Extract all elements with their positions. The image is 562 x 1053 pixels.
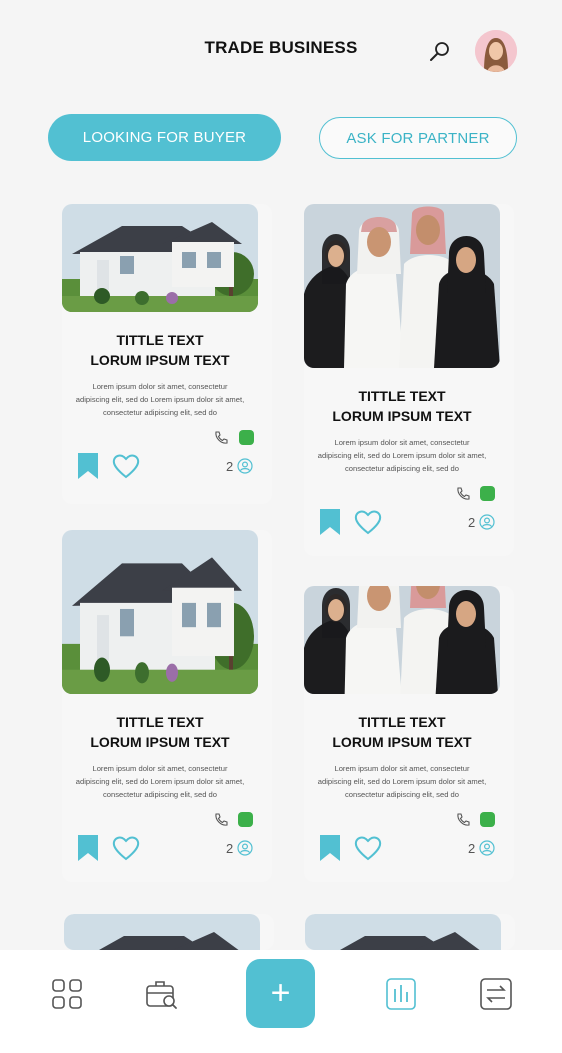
listing-image-house — [305, 914, 501, 950]
card-title: TITTLE TEXT LORUM IPSUM TEXT — [332, 714, 472, 750]
card-description: Lorem ipsum dolor sit amet, consectetur a… — [75, 764, 245, 799]
listing-image-people — [304, 586, 500, 694]
heart-icon[interactable] — [354, 835, 382, 861]
member-count: 2 — [226, 841, 234, 856]
listing-image-house — [64, 914, 260, 950]
whatsapp-icon[interactable] — [239, 430, 254, 445]
listing-card[interactable]: TITTLE TEXT LORUM IPSUM TEXT Lorem ipsum … — [62, 530, 272, 882]
user-icon — [237, 458, 253, 474]
search-icon[interactable] — [428, 40, 452, 64]
card-description: Lorem ipsum dolor sit amet, consectetur a… — [317, 438, 487, 473]
add-button[interactable]: + — [246, 959, 315, 1028]
grid-icon[interactable] — [52, 979, 82, 1009]
tab-looking-for-buyer[interactable]: LOOKING FOR BUYER — [48, 114, 281, 161]
user-icon — [479, 514, 495, 530]
listing-image-people — [304, 204, 500, 368]
listing-image-house — [62, 530, 258, 694]
bookmark-icon[interactable] — [77, 452, 99, 480]
heart-icon[interactable] — [354, 509, 382, 535]
heart-icon[interactable] — [112, 835, 140, 861]
listing-card[interactable]: TITTLE TEXT LORUM IPSUM TEXT Lorem ipsum … — [304, 204, 514, 556]
user-icon — [479, 840, 495, 856]
listing-card[interactable]: TITTLE TEXT LORUM IPSUM TEXT Lorem ipsum … — [62, 204, 272, 504]
app-header: TRADE BUSINESS — [0, 0, 562, 100]
whatsapp-icon[interactable] — [480, 812, 495, 827]
member-count: 2 — [468, 515, 476, 530]
briefcase-search-icon[interactable] — [145, 978, 179, 1010]
member-count: 2 — [226, 459, 234, 474]
phone-icon[interactable] — [455, 486, 471, 502]
tab-ask-for-partner[interactable]: ASK FOR PARTNER — [319, 117, 517, 159]
phone-icon[interactable] — [213, 812, 229, 828]
card-title: TITTLE TEXT LORUM IPSUM TEXT — [90, 714, 230, 750]
member-count: 2 — [468, 841, 476, 856]
card-title: TITTLE TEXT LORUM IPSUM TEXT — [332, 388, 472, 424]
heart-icon[interactable] — [112, 453, 140, 479]
exchange-icon[interactable] — [480, 978, 512, 1010]
bookmark-icon[interactable] — [319, 508, 341, 536]
user-avatar[interactable] — [475, 30, 517, 72]
chart-icon[interactable] — [386, 978, 416, 1010]
card-title: TITTLE TEXT LORUM IPSUM TEXT — [90, 332, 230, 368]
bookmark-icon[interactable] — [77, 834, 99, 862]
user-icon — [237, 840, 253, 856]
bookmark-icon[interactable] — [319, 834, 341, 862]
phone-icon[interactable] — [455, 812, 471, 828]
listing-image-house — [62, 204, 258, 312]
phone-icon[interactable] — [213, 430, 229, 446]
whatsapp-icon[interactable] — [238, 812, 253, 827]
listing-card-partial[interactable] — [64, 914, 274, 950]
listing-card[interactable]: TITTLE TEXT LORUM IPSUM TEXT Lorem ipsum … — [304, 586, 514, 882]
whatsapp-icon[interactable] — [480, 486, 495, 501]
card-description: Lorem ipsum dolor sit amet, consectetur a… — [317, 764, 487, 799]
card-description: Lorem ipsum dolor sit amet, consectetur a… — [75, 382, 245, 417]
listing-card-partial[interactable] — [305, 914, 515, 950]
